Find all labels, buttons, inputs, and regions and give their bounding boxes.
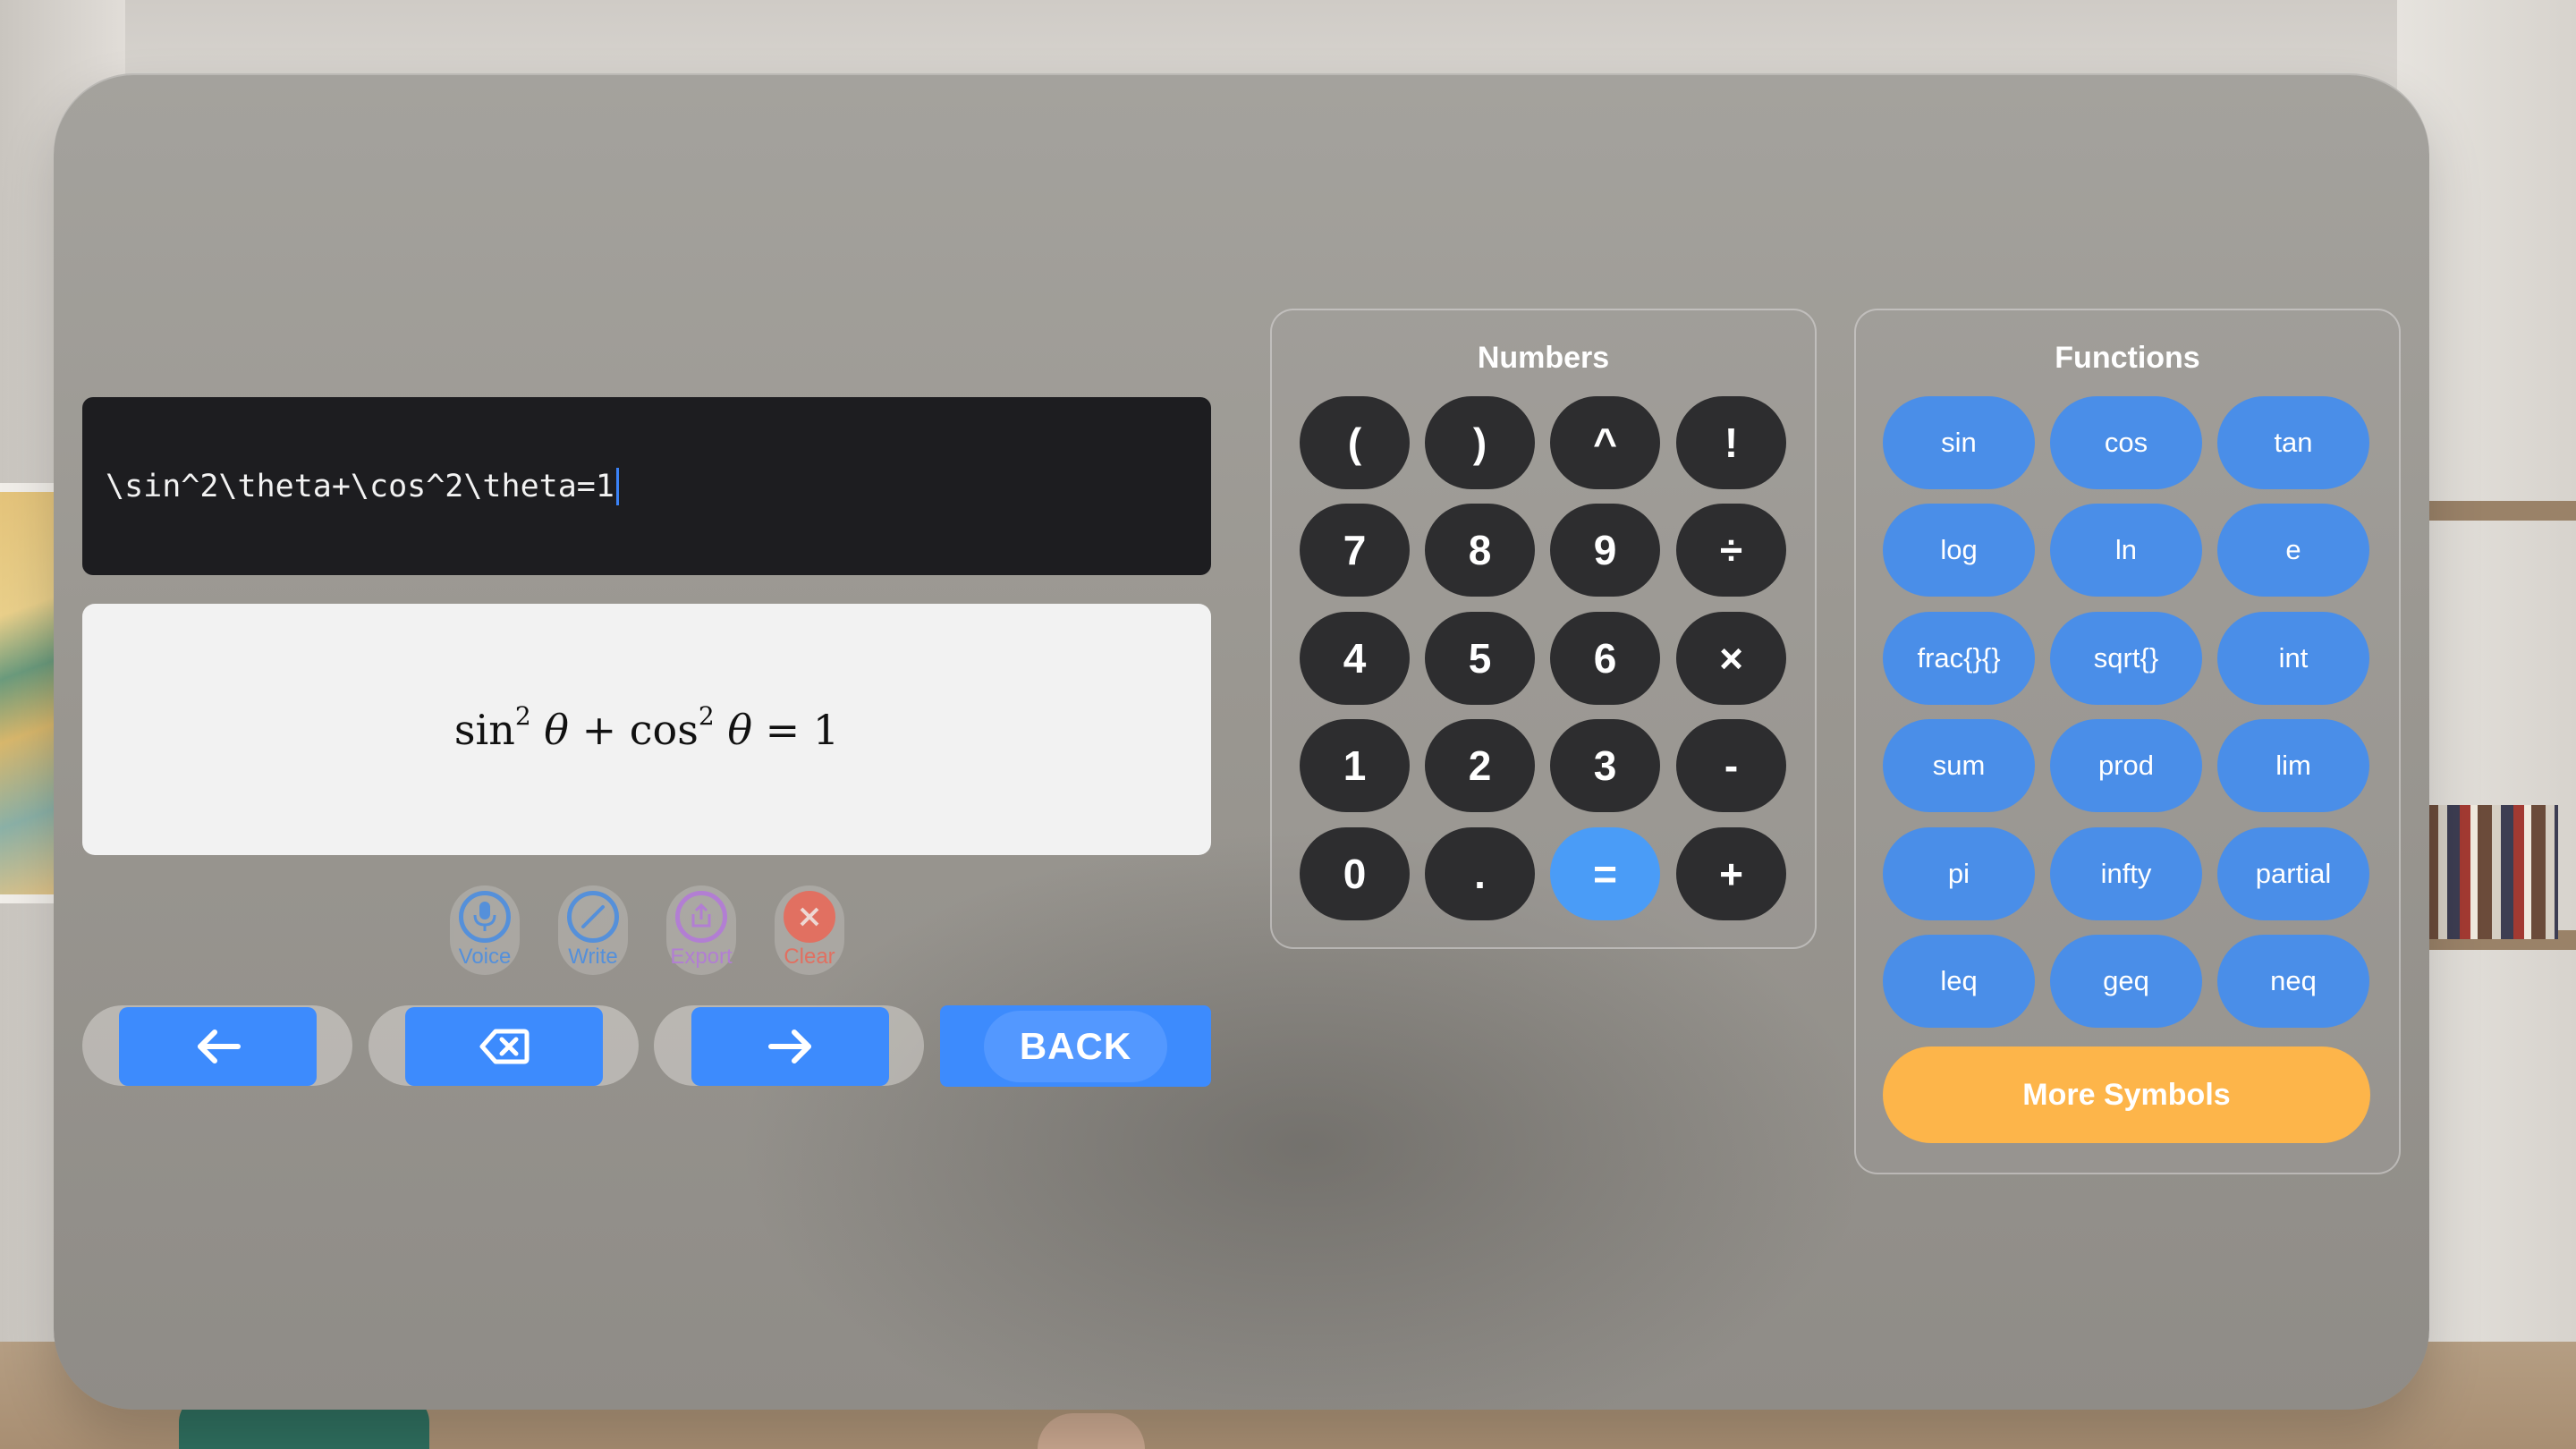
formula-preview: sin2 θ + cos2 θ = 1 bbox=[82, 604, 1211, 855]
function-key[interactable]: log bbox=[1883, 504, 2035, 597]
rendered-formula: sin2 θ + cos2 θ = 1 bbox=[453, 703, 840, 754]
function-key[interactable]: e bbox=[2217, 504, 2369, 597]
number-key[interactable]: ÷ bbox=[1676, 504, 1786, 597]
function-key[interactable]: neq bbox=[2217, 935, 2369, 1028]
back-label: BACK bbox=[984, 1010, 1167, 1082]
more-symbols-button[interactable]: More Symbols bbox=[1883, 1046, 2370, 1143]
write-button[interactable]: Write bbox=[558, 886, 628, 975]
functions-title: Functions bbox=[2055, 341, 2200, 375]
number-key[interactable]: ^ bbox=[1550, 396, 1660, 489]
voice-label: Voice bbox=[458, 945, 512, 969]
number-key[interactable]: ( bbox=[1300, 396, 1410, 489]
numbers-title: Numbers bbox=[1477, 341, 1610, 375]
export-label: Export bbox=[670, 945, 733, 969]
wall-shelf bbox=[2415, 501, 2576, 521]
function-key[interactable]: prod bbox=[2050, 719, 2202, 812]
number-key[interactable]: 5 bbox=[1425, 612, 1535, 705]
formula-plus: + bbox=[581, 705, 617, 754]
close-icon bbox=[784, 891, 835, 943]
function-key[interactable]: infty bbox=[2050, 827, 2202, 920]
pencil-icon bbox=[567, 891, 619, 943]
arrow-left-icon bbox=[197, 1030, 241, 1063]
formula-theta: θ bbox=[727, 705, 753, 754]
function-key[interactable]: tan bbox=[2217, 396, 2369, 489]
delete-button[interactable] bbox=[405, 1007, 603, 1086]
number-key[interactable]: 8 bbox=[1425, 504, 1535, 597]
formula-exponent: 2 bbox=[514, 700, 531, 731]
latex-input-field[interactable]: \sin^2\theta+\cos^2\theta=1 bbox=[82, 397, 1211, 575]
formula-rhs: 1 bbox=[812, 705, 840, 754]
function-key[interactable]: lim bbox=[2217, 719, 2369, 812]
export-button[interactable]: Export bbox=[666, 886, 736, 975]
formula-equals: = bbox=[765, 705, 801, 754]
function-key[interactable]: int bbox=[2217, 612, 2369, 705]
function-key[interactable]: leq bbox=[1883, 935, 2035, 1028]
equals-key[interactable]: = bbox=[1550, 827, 1660, 920]
number-key[interactable]: 1 bbox=[1300, 719, 1410, 812]
latex-input-text: \sin^2\theta+\cos^2\theta=1 bbox=[106, 468, 614, 504]
share-icon bbox=[675, 891, 727, 943]
plant-pot bbox=[1038, 1413, 1145, 1449]
function-key[interactable]: sum bbox=[1883, 719, 2035, 812]
function-key[interactable]: geq bbox=[2050, 935, 2202, 1028]
number-key[interactable]: 9 bbox=[1550, 504, 1660, 597]
function-key[interactable]: ln bbox=[2050, 504, 2202, 597]
number-key[interactable]: + bbox=[1676, 827, 1786, 920]
clear-button[interactable]: Clear bbox=[775, 886, 844, 975]
number-key[interactable]: - bbox=[1676, 719, 1786, 812]
number-key[interactable]: 4 bbox=[1300, 612, 1410, 705]
voice-button[interactable]: Voice bbox=[450, 886, 520, 975]
arrow-right-icon bbox=[767, 1030, 811, 1063]
write-label: Write bbox=[568, 945, 618, 969]
number-key[interactable]: . bbox=[1425, 827, 1535, 920]
delete-backward-icon bbox=[479, 1029, 529, 1064]
clear-label: Clear bbox=[784, 945, 835, 969]
formula-sin: sin bbox=[453, 705, 515, 754]
back-button[interactable]: BACK bbox=[940, 1005, 1211, 1087]
formula-exponent: 2 bbox=[698, 700, 715, 731]
number-key[interactable]: 2 bbox=[1425, 719, 1535, 812]
books bbox=[2424, 805, 2558, 939]
microphone-icon bbox=[459, 891, 511, 943]
cursor-left-button[interactable] bbox=[119, 1007, 317, 1086]
number-key[interactable]: ! bbox=[1676, 396, 1786, 489]
function-key[interactable]: sqrt{} bbox=[2050, 612, 2202, 705]
text-caret bbox=[615, 467, 619, 505]
number-key[interactable]: 6 bbox=[1550, 612, 1660, 705]
number-key[interactable]: 3 bbox=[1550, 719, 1660, 812]
cursor-right-button[interactable] bbox=[691, 1007, 889, 1086]
number-key[interactable]: 7 bbox=[1300, 504, 1410, 597]
formula-cos: cos bbox=[629, 705, 699, 754]
formula-theta: θ bbox=[544, 705, 569, 754]
function-key[interactable]: cos bbox=[2050, 396, 2202, 489]
function-key[interactable]: partial bbox=[2217, 827, 2369, 920]
function-key[interactable]: sin bbox=[1883, 396, 2035, 489]
function-key[interactable]: frac{}{} bbox=[1883, 612, 2035, 705]
number-key[interactable]: 0 bbox=[1300, 827, 1410, 920]
number-key[interactable]: ) bbox=[1425, 396, 1535, 489]
number-key[interactable]: × bbox=[1676, 612, 1786, 705]
function-key[interactable]: pi bbox=[1883, 827, 2035, 920]
